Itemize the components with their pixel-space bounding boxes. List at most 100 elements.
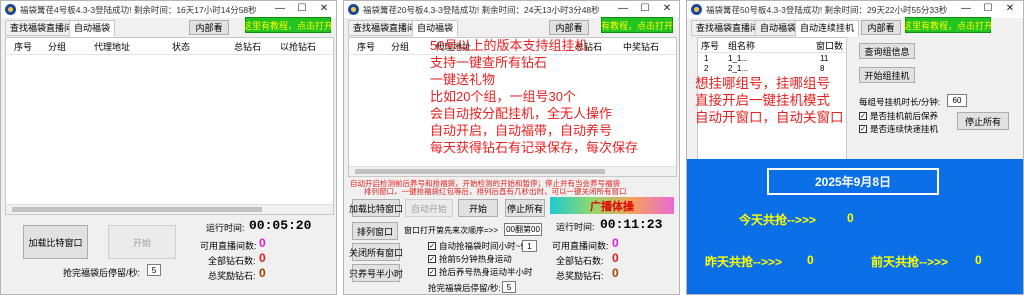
promo-overlay: 想挂哪组号，挂哪组号 直接开启一键挂机模式 自动开窗口，自动关窗口: [695, 75, 844, 126]
promo-line: 想挂哪组号，挂哪组号: [695, 76, 830, 91]
table-header: 序号 组名称 窗口数: [698, 38, 846, 53]
promo-line: 自动开启，自动福带，自动养号: [430, 123, 613, 138]
col-group: 分组: [391, 42, 410, 52]
maximize-button[interactable]: ☐: [291, 2, 313, 16]
load-bitwindow-button[interactable]: 加载比特窗口: [23, 225, 88, 259]
tab-find-live[interactable]: 查找福袋直播间: [348, 20, 422, 36]
run-time-value: 00:11:23: [600, 217, 663, 232]
before-yesterday-value: 0: [975, 253, 982, 267]
window-1-title: 福袋篝荏4号板4.3-3登陆成功! 剩余时间：16天17小时14分58秒: [20, 5, 257, 15]
close-button[interactable]: ✕: [313, 2, 335, 16]
promo-line: 一键送礼物: [430, 72, 496, 87]
col-grabbed-diamond: 以抢钻石: [280, 42, 317, 52]
opt-post-warmup-checkbox[interactable]: ✓: [428, 268, 436, 276]
col-proxy: 代理地址: [94, 42, 131, 52]
half-hour-only-button[interactable]: 只养号半小时: [349, 264, 403, 282]
tab-find-live[interactable]: 查找福袋直播间: [691, 20, 765, 36]
query-group-button[interactable]: 查询组信息: [859, 43, 915, 59]
promo-line: 50号以上的版本支持组挂机: [430, 38, 588, 53]
wait-seconds-input[interactable]: 5: [502, 281, 516, 293]
load-bitwindow-button[interactable]: 加载比特窗口: [349, 199, 403, 217]
maximize-button[interactable]: ☐: [634, 2, 656, 16]
opt-auto-grab-label: 自动抢福袋时间小时~9: [439, 241, 526, 251]
close-all-windows-button[interactable]: 关闭所有窗口: [349, 243, 403, 261]
col-group: 分组: [48, 42, 67, 52]
table-row[interactable]: 2 2_1... 8: [698, 64, 846, 74]
run-time-value: 00:05:20: [249, 218, 312, 233]
app-icon: [5, 4, 16, 15]
tutorial-button[interactable]: 这里有教程，点击打开: [243, 17, 333, 33]
row-index: 1: [704, 54, 709, 63]
wait-seconds-label: 抢完福袋后停留/秒:: [428, 283, 501, 293]
col-total-diamond: 总钻石: [234, 42, 262, 52]
reward-total-value: 0: [612, 266, 619, 280]
opt-warmup-checkbox[interactable]: ✓: [428, 255, 436, 263]
minimize-button[interactable]: —: [269, 2, 291, 16]
app-icon: [348, 4, 359, 15]
opt-maintain-checkbox[interactable]: ✓: [859, 112, 867, 120]
row-group-name: 2_1...: [728, 64, 749, 73]
inner-view-button[interactable]: 内部看: [549, 20, 589, 35]
live-count-value: 0: [259, 236, 266, 250]
stop-all-button[interactable]: 停止所有: [505, 199, 545, 217]
auto-start-button[interactable]: 自动开始: [405, 199, 453, 217]
start-button[interactable]: 开始: [458, 199, 498, 217]
col-group-name: 组名称: [728, 41, 756, 51]
stats-panel: 2025年9月8日 今天共抢-->>> 0 昨天共抢-->>> 0 前天共抢--…: [687, 159, 1023, 294]
open-order-input[interactable]: 00翻第00: [504, 223, 542, 236]
promo-line: 自动开窗口，自动关窗口: [695, 110, 844, 125]
wait-seconds-input[interactable]: 5: [147, 264, 161, 276]
inner-view-button[interactable]: 内部看: [861, 20, 901, 35]
table-row[interactable]: 1 1_1... 11: [698, 54, 846, 64]
horizontal-scrollbar[interactable]: [349, 166, 676, 176]
tutorial-button[interactable]: 这里有教程，点击打开: [903, 17, 993, 33]
tab-find-live[interactable]: 查找福袋直播间: [5, 20, 79, 36]
start-group-hang-button[interactable]: 开始组挂机: [859, 67, 915, 83]
stop-all-button[interactable]: 停止所有: [957, 112, 1009, 130]
col-index: 序号: [14, 42, 33, 52]
horizontal-scrollbar[interactable]: [6, 204, 333, 214]
col-index: 序号: [701, 41, 720, 51]
opt-auto-grab-input[interactable]: 1: [522, 240, 537, 252]
diamond-total-label: 全部钻石数:: [208, 256, 256, 266]
broadcast-exercise-banner: 广播体操: [550, 197, 674, 214]
close-button[interactable]: ✕: [999, 2, 1021, 16]
window-table: 序号 分组 代理地址 状态 总钻石 以抢钻石: [5, 37, 334, 215]
yesterday-value: 0: [807, 253, 814, 267]
reward-total-value: 0: [259, 266, 266, 280]
promo-line: 直接开启一键挂机模式: [695, 93, 830, 108]
window-2-title: 福袋篝荏20号板4.3-3登陆成功! 剩余时间：24天13小时3分48秒: [363, 5, 600, 15]
maximize-button[interactable]: ☐: [977, 2, 999, 16]
opt-fast-label: 是否连续快速挂机: [870, 124, 939, 134]
row-window-count: 8: [820, 64, 825, 73]
window-2: 福袋篝荏20号板4.3-3登陆成功! 剩余时间：24天13小时3分48秒 — ☐…: [343, 0, 680, 295]
live-count-label: 可用直播间数:: [200, 241, 257, 251]
wait-seconds-label: 抢完福袋后停留/秒:: [63, 268, 141, 278]
minimize-button[interactable]: —: [612, 2, 634, 16]
run-time-label: 运行时间:: [556, 222, 595, 232]
promo-line: 会自动按分配挂机，全无人操作: [430, 106, 613, 121]
notice-line: 排列窗口，一键抢福袋红包等后，排列后直有几秒出时，可以一键关闭所有窗口: [364, 187, 627, 196]
start-button[interactable]: 开始: [108, 225, 176, 259]
tab-auto-bag[interactable]: 自动福袋: [412, 20, 459, 37]
row-window-count: 11: [820, 54, 829, 63]
opt-fast-checkbox[interactable]: ✓: [859, 125, 867, 133]
arrange-windows-button[interactable]: 排列窗口: [352, 222, 398, 240]
close-button[interactable]: ✕: [656, 2, 678, 16]
tutorial-button[interactable]: 有教程，点击打开: [601, 17, 673, 33]
app-icon: [691, 4, 702, 15]
window-3: 福袋篝荏50号板4.3-3登陆成功! 剩余时间：29天22小时55分33秒 — …: [686, 0, 1024, 295]
table-header: 序号 分组 代理地址 状态 总钻石 以抢钻石: [6, 38, 333, 55]
today-value: 0: [847, 211, 854, 225]
opt-maintain-label: 是否挂机前后保养: [870, 111, 939, 121]
inner-view-button[interactable]: 内部看: [189, 20, 229, 35]
promo-line: 每天获得钻石有记录保存，每次保存: [430, 140, 639, 155]
reward-total-label: 总奖励钻石:: [208, 271, 256, 281]
minimize-button[interactable]: —: [955, 2, 977, 16]
tab-auto-bag[interactable]: 自动福袋: [69, 20, 116, 37]
window-2-titlebar: 福袋篝荏20号板4.3-3登陆成功! 剩余时间：24天13小时3分48秒 — ☐…: [344, 1, 679, 18]
live-count-value: 0: [612, 236, 619, 250]
duration-input[interactable]: 60: [947, 94, 967, 107]
tab-continuous-hang[interactable]: 自动连续挂机: [795, 20, 860, 37]
opt-auto-grab-checkbox[interactable]: ✓: [428, 242, 436, 250]
